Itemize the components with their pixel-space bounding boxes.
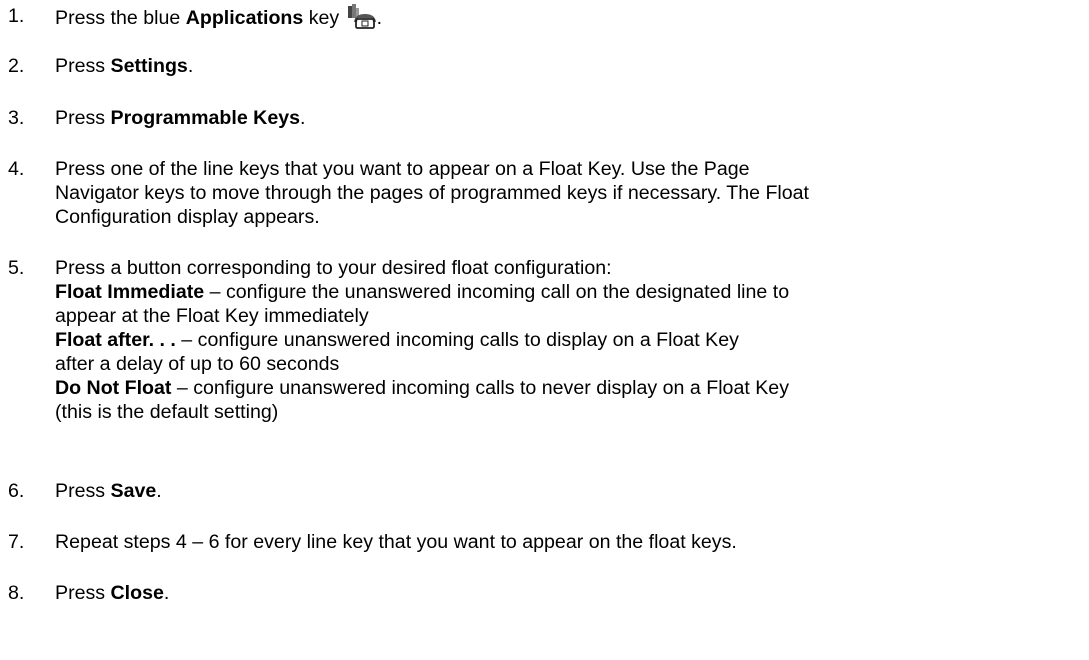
step-text: Press the blue Applications key . [55,4,1089,30]
step-text: Press Save. [55,480,162,502]
float-after-option: Float after. . . – configure unanswered … [55,329,739,351]
step-number: 6. [8,480,25,502]
step-number: 5. [8,257,25,279]
step-number: 8. [8,582,25,604]
applications-key-icon [347,4,377,30]
step-number: 7. [8,531,25,553]
float-immediate-option: Float Immediate – configure the unanswer… [55,281,790,303]
step-number: 1. [8,5,25,27]
step-number: 4. [8,158,25,180]
applications-key-label: Applications [185,7,304,29]
step-text: Press one of the line keys that you want… [55,158,810,228]
step-text: Press Settings. [55,55,194,77]
step-number: 3. [8,107,25,129]
instruction-document: 1. Press the blue Applications key . 2. … [0,0,1089,660]
do-not-float-option: Do Not Float – configure unanswered inco… [55,377,790,399]
step-number: 2. [8,55,25,77]
step-text: Press Close. [55,582,170,604]
step-text: Repeat steps 4 – 6 for every line key th… [55,531,737,553]
step-text: Press Programmable Keys. [55,107,306,129]
step-text: Press a button corresponding to your des… [55,256,1089,424]
